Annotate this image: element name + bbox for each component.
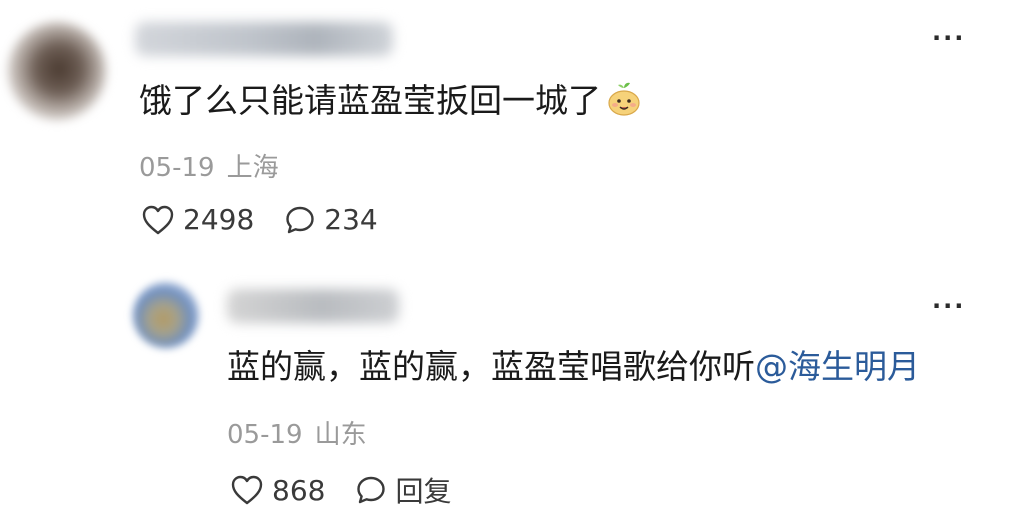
comment-location: 上海 [226,153,279,183]
reply-count: 234 [324,203,378,236]
like-count: 2498 [183,203,255,236]
commenter-username[interactable] [135,22,393,56]
reply-count-button[interactable]: 234 [284,203,378,236]
sprout-bun-emoji-icon [605,80,643,118]
reply-meta: 05-19 山东 [227,414,367,451]
replier-username[interactable] [227,289,399,323]
reply-button[interactable]: 回复 [355,470,451,510]
reply-more-options-button[interactable]: ··· [932,294,965,318]
reply-like-count: 868 [272,473,326,507]
heart-icon [231,475,263,505]
comment-text: 饿了么只能请蓝盈莹扳回一城了 [139,81,601,120]
like-button[interactable]: 2498 [141,203,254,236]
comment-text-row: 饿了么只能请蓝盈莹扳回一城了 [139,80,643,121]
heart-icon [142,205,174,234]
reply-label: 回复 [395,475,452,508]
reply-date: 05-19 [227,420,303,450]
reply-like-button[interactable]: 868 [230,474,325,507]
comment-bubble-icon [357,476,386,504]
more-options-button[interactable]: ··· [932,26,965,50]
comment-date: 05-19 [139,153,215,183]
commenter-avatar[interactable] [8,22,106,120]
reply-text-row: 蓝的赢，蓝的赢，蓝盈莹唱歌给你听@海生明月 [227,347,920,387]
reply-actions: 868 回复 [230,470,481,510]
comment-bubble-icon [286,206,314,233]
reply-text: 蓝的赢，蓝的赢，蓝盈莹唱歌给你听 [227,347,755,386]
mention-link[interactable]: @海生明月 [755,347,920,386]
reply-location: 山东 [314,420,367,450]
comment-meta: 05-19 上海 [139,147,279,184]
comment-actions: 2498 234 [141,203,408,236]
replier-avatar[interactable] [133,282,199,348]
